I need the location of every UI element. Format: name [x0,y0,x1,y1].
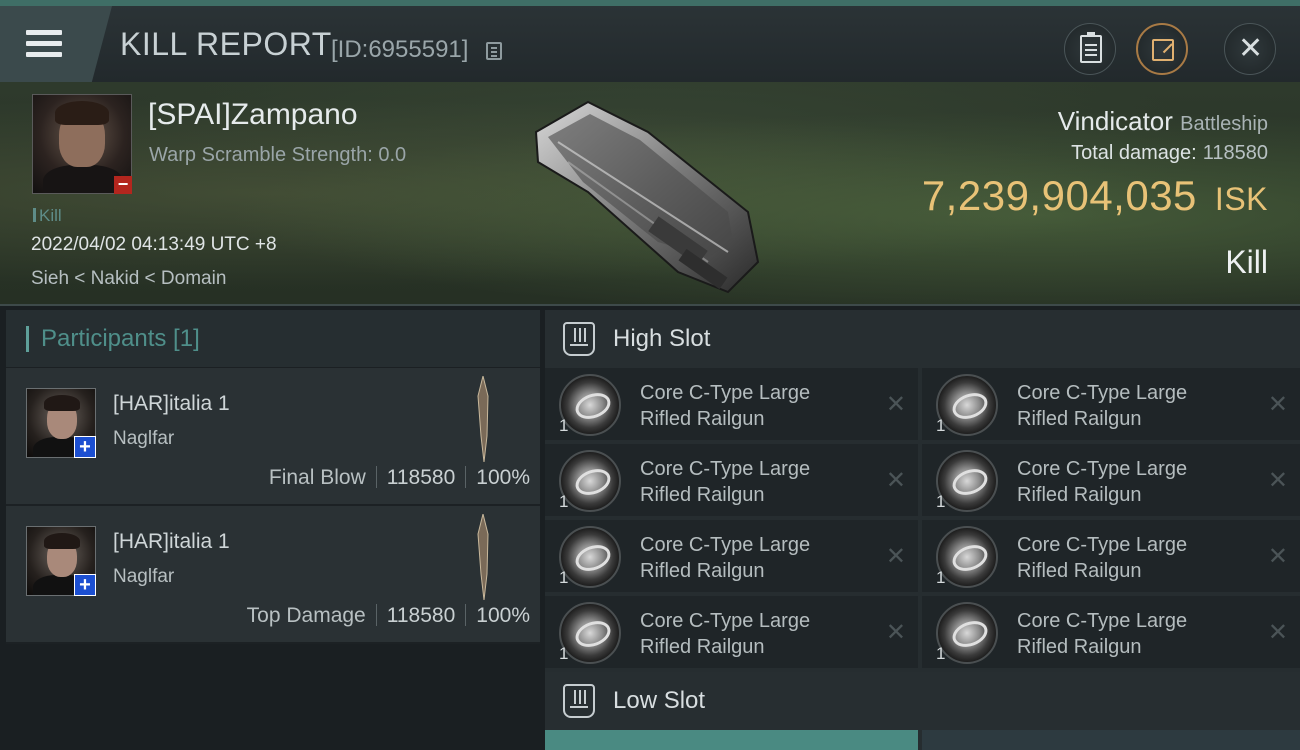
high-slot-header: High Slot [545,310,1300,368]
high-slot-icon [563,322,595,356]
hamburger-icon [26,30,62,58]
participants-panel: Participants [1] + [HAR]italia 1 Naglfar… [6,310,540,644]
kill-result: Kill [1225,244,1268,280]
participant-ship: Naglfar [113,566,175,587]
low-slot-grid [545,730,1300,750]
page-title: KILL REPORT [120,26,332,62]
share-icon [1152,39,1174,61]
participant-name: [HAR]italia 1 [113,530,230,553]
kill-location[interactable]: Sieh < Nakid < Domain [31,268,226,290]
destroyed-x-icon: ✕ [1267,391,1288,418]
module-item[interactable]: 1 Core C-Type Large Rifled Railgun ✕ [545,368,918,440]
participant-role: Final Blow [268,466,366,489]
module-name: Core C-Type Large Rifled Railgun [1017,534,1188,582]
participant-stats: Top Damage 118580 100% [247,604,530,628]
participants-title: Participants [1] [41,324,200,352]
destroyed-x-icon: ✕ [885,619,906,646]
low-slot-icon [563,684,595,718]
low-slot-title: Low Slot [613,687,706,714]
module-name: Core C-Type Large Rifled Railgun [1017,610,1188,658]
module-item[interactable]: 1 Core C-Type Large Rifled Railgun ✕ [922,368,1300,440]
module-quantity: 1 [559,568,569,587]
total-damage: Total damage: 118580 [1071,142,1268,165]
close-button[interactable]: ✕ [1224,23,1276,75]
report-id: [ID:6955591] [331,36,469,63]
participant-percent: 100% [476,604,530,627]
warp-scramble-strength: Warp Scramble Strength: 0.0 [149,144,407,166]
high-slot-title: High Slot [613,325,711,352]
destroyed-x-icon: ✕ [1267,543,1288,570]
copy-icon[interactable] [486,42,502,60]
participants-header: Participants [1] [6,310,540,368]
module-name: Core C-Type Large Rifled Railgun [640,534,811,582]
ship-name[interactable]: Vindicator Battleship [1058,106,1268,137]
close-icon: ✕ [1238,32,1264,65]
module-item[interactable]: 1 Core C-Type Large Rifled Railgun ✕ [545,596,918,668]
top-bar: KILL REPORT [ID:6955591] ✕ [0,0,1300,82]
destroyed-x-icon: ✕ [885,543,906,570]
isk-value: 7,239,904,035 ISK [922,172,1268,220]
module-name: Core C-Type Large Rifled Railgun [640,610,811,658]
module-item[interactable]: 1 Core C-Type Large Rifled Railgun ✕ [922,596,1300,668]
module-quantity: 1 [936,416,946,435]
isk-amount: 7,239,904,035 [921,172,1197,219]
plus-badge-icon: + [74,574,96,596]
ship-render-image [534,100,760,294]
destroyed-x-icon: ✕ [885,391,906,418]
ship-class: Battleship [1180,113,1268,135]
destroyed-x-icon: ✕ [885,467,906,494]
low-slot-header: Low Slot [545,672,1300,730]
participant-row[interactable]: + [HAR]italia 1 Naglfar Top Damage 118580… [6,506,540,644]
module-quantity: 1 [559,644,569,663]
fitting-panel: High Slot 1 Core C-Type Large Rifled Rai… [545,310,1300,750]
weapon-icon [477,514,489,600]
high-slot-grid: 1 Core C-Type Large Rifled Railgun ✕ 1 C… [545,368,1300,672]
destroyed-x-icon: ✕ [1267,467,1288,494]
module-quantity: 1 [936,568,946,587]
module-item-partial[interactable] [545,730,918,750]
participant-row[interactable]: + [HAR]italia 1 Naglfar Final Blow 118580… [6,368,540,506]
plus-badge-icon: + [74,436,96,458]
module-name: Core C-Type Large Rifled Railgun [640,458,811,506]
module-quantity: 1 [936,492,946,511]
weapon-icon [477,376,489,462]
ship-type: Vindicator [1057,106,1173,136]
module-name: Core C-Type Large Rifled Railgun [1017,458,1188,506]
destroyed-x-icon: ✕ [1267,619,1288,646]
participant-percent: 100% [476,466,530,489]
participant-name: [HAR]italia 1 [113,392,230,415]
share-button[interactable] [1136,23,1188,75]
module-item[interactable]: 1 Core C-Type Large Rifled Railgun ✕ [922,520,1300,592]
clipboard-icon [1080,32,1102,63]
participant-ship: Naglfar [113,428,175,449]
participant-role: Top Damage [246,604,366,627]
total-damage-label: Total damage: [1071,142,1197,164]
menu-button[interactable] [0,6,112,82]
module-name: Core C-Type Large Rifled Railgun [640,382,811,430]
module-item[interactable]: 1 Core C-Type Large Rifled Railgun ✕ [545,444,918,516]
hostile-badge-icon: − [114,175,132,194]
module-item-partial[interactable] [922,730,1300,750]
participant-stats: Final Blow 118580 100% [269,466,530,490]
victim-name[interactable]: [SPAI]Zampano [148,98,358,132]
module-name: Core C-Type Large Rifled Railgun [1017,382,1188,430]
module-quantity: 1 [559,416,569,435]
module-quantity: 1 [559,492,569,511]
kill-banner: − [SPAI]Zampano Warp Scramble Strength: … [0,82,1300,306]
report-button[interactable] [1064,23,1116,75]
participant-damage: 118580 [386,604,456,627]
module-item[interactable]: 1 Core C-Type Large Rifled Railgun ✕ [545,520,918,592]
participant-damage: 118580 [386,466,456,489]
module-quantity: 1 [936,644,946,663]
module-item[interactable]: 1 Core C-Type Large Rifled Railgun ✕ [922,444,1300,516]
kill-datetime: 2022/04/02 04:13:49 UTC +8 [31,234,277,255]
kill-tag: Kill [33,206,62,226]
total-damage-value: 118580 [1202,142,1268,164]
isk-unit: ISK [1214,181,1268,217]
